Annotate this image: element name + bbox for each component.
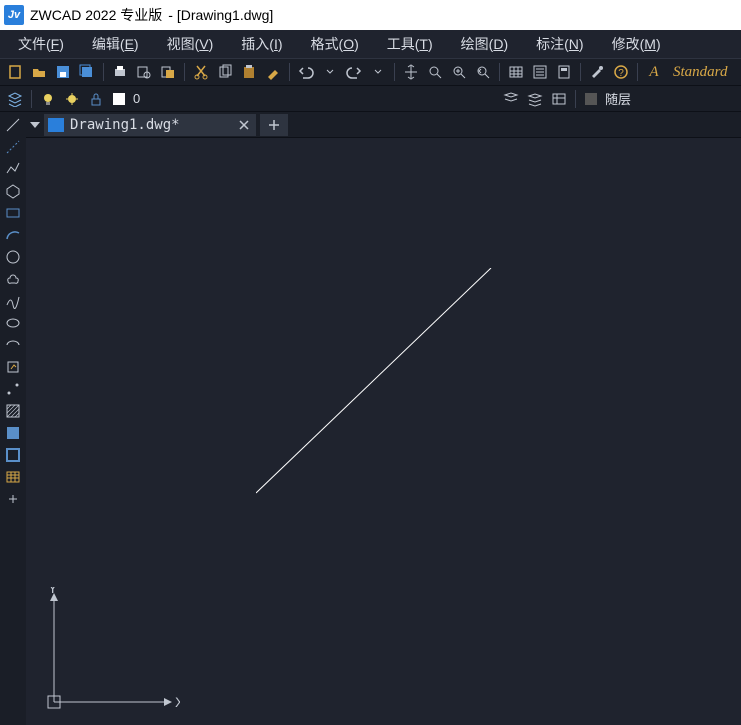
help-icon[interactable]: ? — [610, 61, 632, 83]
menu-format[interactable]: 格式(O) — [297, 30, 373, 58]
layer-bulb-icon[interactable] — [37, 88, 59, 110]
publish-icon[interactable] — [157, 61, 179, 83]
document-tab[interactable]: Drawing1.dwg* — [44, 114, 256, 136]
point-icon[interactable] — [1, 378, 25, 400]
zoom-window-icon[interactable] — [424, 61, 446, 83]
ellipse-icon[interactable] — [1, 312, 25, 334]
separator — [580, 63, 581, 81]
separator — [575, 90, 576, 108]
menu-insert[interactable]: 插入(I) — [227, 30, 296, 58]
layer-lock-icon[interactable] — [85, 88, 107, 110]
layer-freeze-icon[interactable] — [61, 88, 83, 110]
print-preview-icon[interactable] — [133, 61, 155, 83]
menu-edit[interactable]: 编辑(E) — [78, 30, 153, 58]
line-icon[interactable] — [1, 114, 25, 136]
new-icon[interactable] — [4, 61, 26, 83]
document-tabs: Drawing1.dwg* — [26, 112, 741, 138]
layer-toolbar: 0 随层 — [0, 86, 741, 112]
app-title: ZWCAD 2022 专业版 — [30, 5, 162, 25]
circle-icon[interactable] — [1, 246, 25, 268]
undo-dd-icon[interactable] — [319, 61, 341, 83]
match-prop-icon[interactable] — [262, 61, 284, 83]
layer-manager-icon[interactable] — [4, 88, 26, 110]
redo-icon[interactable] — [343, 61, 365, 83]
polygon-icon[interactable] — [1, 180, 25, 202]
menu-modify[interactable]: 修改(M) — [598, 30, 675, 58]
construction-line-icon[interactable] — [1, 136, 25, 158]
menu-bar: 文件(F) 编辑(E) 视图(V) 插入(I) 格式(O) 工具(T) 绘图(D… — [0, 30, 741, 58]
ucs-y-label: Y — [48, 587, 58, 596]
insert-block-icon[interactable] — [1, 356, 25, 378]
menu-draw[interactable]: 绘图(D) — [447, 30, 522, 58]
cut-icon[interactable] — [190, 61, 212, 83]
text-style-dropdown[interactable]: Standard — [667, 64, 733, 81]
zoom-prev-icon[interactable] — [472, 61, 494, 83]
svg-text:?: ? — [618, 68, 624, 79]
undo-icon[interactable] — [295, 61, 317, 83]
separator — [499, 63, 500, 81]
open-icon[interactable] — [28, 61, 50, 83]
separator — [637, 63, 638, 81]
menu-file[interactable]: 文件(F) — [4, 30, 78, 58]
save-all-icon[interactable] — [76, 61, 98, 83]
menu-tools[interactable]: 工具(T) — [373, 30, 447, 58]
settings-icon[interactable] — [586, 61, 608, 83]
text-style-icon[interactable]: A — [643, 61, 665, 83]
save-icon[interactable] — [52, 61, 74, 83]
ellipse-arc-icon[interactable] — [1, 334, 25, 356]
menu-view[interactable]: 视图(V) — [153, 30, 228, 58]
gradient-icon[interactable] — [1, 422, 25, 444]
bylayer-dropdown[interactable]: 随层 — [603, 89, 637, 108]
calc-icon[interactable] — [553, 61, 575, 83]
paste-icon[interactable] — [238, 61, 260, 83]
region-icon[interactable] — [1, 444, 25, 466]
table-icon[interactable] — [505, 61, 527, 83]
drawing-canvas[interactable]: X Y — [26, 138, 741, 725]
pan-icon[interactable] — [400, 61, 422, 83]
standard-toolbar: ? A Standard — [0, 58, 741, 86]
arc-icon[interactable] — [1, 224, 25, 246]
bylayer-color-swatch[interactable] — [585, 93, 597, 105]
print-icon[interactable] — [109, 61, 131, 83]
doc-title: - [Drawing1.dwg] — [168, 7, 273, 23]
new-tab-icon[interactable] — [260, 114, 288, 136]
props-icon[interactable] — [529, 61, 551, 83]
zoom-realtime-icon[interactable] — [448, 61, 470, 83]
menu-dim[interactable]: 标注(N) — [522, 30, 597, 58]
more-tools-icon[interactable] — [1, 488, 25, 510]
layer-state-2-icon[interactable] — [524, 88, 546, 110]
tab-close-icon[interactable] — [236, 117, 252, 133]
title-bar: Jv ZWCAD 2022 专业版 - [Drawing1.dwg] — [0, 0, 741, 30]
separator — [394, 63, 395, 81]
tab-list-dropdown-icon[interactable] — [30, 122, 40, 128]
redo-dd-icon[interactable] — [367, 61, 389, 83]
separator — [184, 63, 185, 81]
tab-title: Drawing1.dwg* — [70, 117, 180, 133]
separator — [289, 63, 290, 81]
layer-name-dropdown[interactable]: 0 — [131, 91, 146, 106]
separator — [103, 63, 104, 81]
dwg-file-icon — [48, 118, 64, 132]
copy-icon[interactable] — [214, 61, 236, 83]
app-icon: Jv — [4, 5, 24, 25]
layer-color-swatch[interactable] — [113, 93, 125, 105]
draw-toolbar — [0, 112, 26, 725]
table-icon[interactable] — [1, 466, 25, 488]
polyline-icon[interactable] — [1, 158, 25, 180]
ucs-x-label: X — [175, 694, 180, 710]
drawn-line-entity[interactable] — [256, 268, 496, 498]
revcloud-icon[interactable] — [1, 268, 25, 290]
ucs-icon: X Y — [40, 587, 180, 717]
separator — [31, 90, 32, 108]
hatch-icon[interactable] — [1, 400, 25, 422]
layer-state-3-icon[interactable] — [548, 88, 570, 110]
layer-state-1-icon[interactable] — [500, 88, 522, 110]
rectangle-icon[interactable] — [1, 202, 25, 224]
spline-icon[interactable] — [1, 290, 25, 312]
